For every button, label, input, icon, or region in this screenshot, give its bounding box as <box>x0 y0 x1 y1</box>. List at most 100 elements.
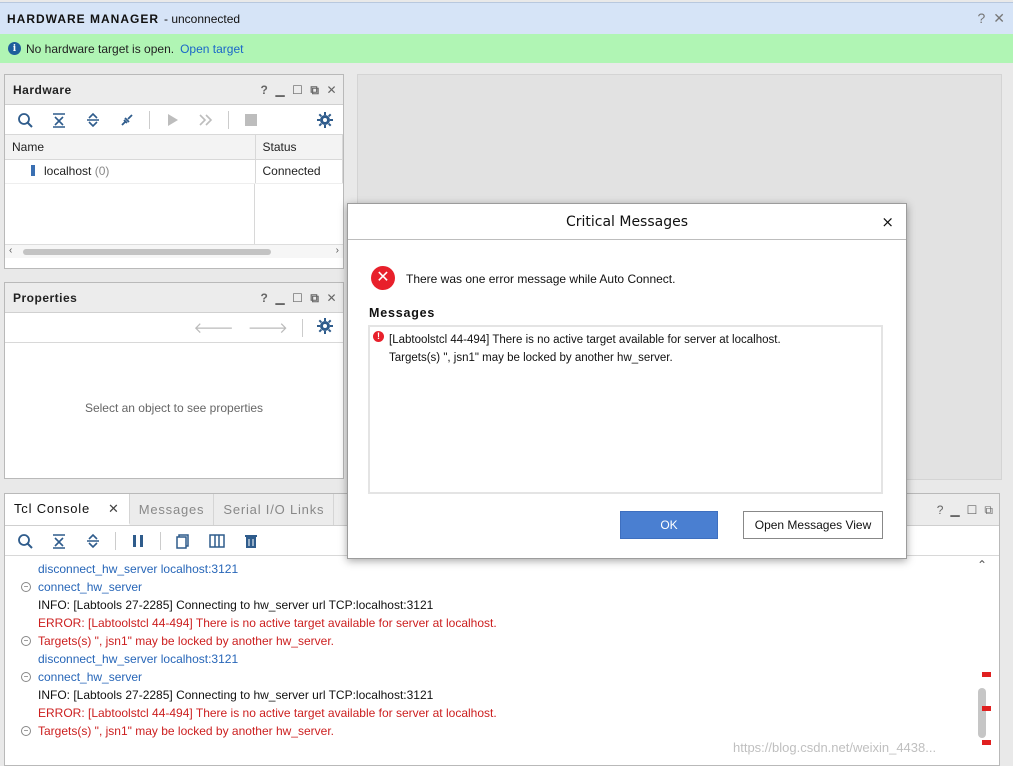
toolbar-divider <box>302 318 303 337</box>
help-icon[interactable]: ? <box>261 83 269 98</box>
maximize-icon[interactable]: ☐ <box>292 291 303 306</box>
toolbar-divider <box>149 110 150 129</box>
ok-button[interactable]: OK <box>620 511 718 539</box>
copy-icon[interactable] <box>171 530 195 552</box>
scroll-left-icon[interactable]: ‹ <box>9 245 12 256</box>
row-name-cell[interactable]: localhost (0) <box>5 159 256 184</box>
messages-label: Messages <box>369 306 436 320</box>
error-icon: ! <box>373 331 384 342</box>
error-icon: ✕ <box>371 266 395 290</box>
columns-icon[interactable] <box>205 530 229 552</box>
scroll-thumb[interactable] <box>978 688 986 738</box>
error-marker[interactable] <box>982 740 991 745</box>
horizontal-scrollbar[interactable]: ‹ › <box>5 243 343 258</box>
help-icon[interactable]: ? <box>977 10 985 27</box>
page-title: HARDWARE MANAGER <box>7 11 159 26</box>
search-icon[interactable] <box>13 530 37 552</box>
info-message: No hardware target is open. <box>26 41 175 56</box>
console-line: ERROR: [Labtoolstcl 44-494] There is no … <box>18 614 958 632</box>
row-status-cell: Connected <box>255 159 343 184</box>
watermark: https://blog.csdn.net/weixin_4438... <box>733 740 937 755</box>
properties-panel-title: Properties <box>13 290 78 305</box>
tab-serial-io-links[interactable]: Serial I/O Links <box>214 494 335 525</box>
minimize-icon[interactable]: ▁ <box>275 291 285 306</box>
hardware-manager-header: HARDWARE MANAGER - unconnected ? ✕ <box>0 2 1013 34</box>
tab-tcl-console[interactable]: Tcl Console ✕ <box>5 494 130 525</box>
column-header-name[interactable]: Name <box>5 135 256 160</box>
column-header-status[interactable]: Status <box>255 135 343 160</box>
toolbar-divider <box>115 531 116 550</box>
hardware-table: Name Status localhost (0) Connected <box>5 135 343 184</box>
console-line-text: connect_hw_server <box>38 580 143 594</box>
maximize-icon[interactable]: ☐ <box>967 503 978 518</box>
back-arrow-icon[interactable]: 🡐 <box>194 318 234 337</box>
trash-icon[interactable] <box>239 530 263 552</box>
server-icon <box>31 165 35 176</box>
console-line-text: ERROR: [Labtoolstcl 44-494] There is no … <box>38 706 497 720</box>
toolbar-divider <box>228 110 229 129</box>
error-marker[interactable] <box>982 706 991 711</box>
scroll-thumb[interactable] <box>23 248 271 255</box>
scroll-up-icon[interactable]: ⌃ <box>977 558 987 572</box>
message-line: [Labtoolstcl 44-494] There is no active … <box>389 334 781 346</box>
settings-gear-icon[interactable] <box>313 109 337 131</box>
play-icon[interactable] <box>160 109 184 131</box>
settings-gear-icon[interactable] <box>317 318 333 337</box>
tab-label: Tcl Console <box>14 501 90 516</box>
forward-arrow-icon[interactable]: 🡒 <box>248 318 288 337</box>
fold-toggle-icon[interactable]: − <box>21 672 31 682</box>
fold-toggle-icon[interactable]: − <box>21 636 31 646</box>
properties-toolbar: 🡐 🡒 <box>5 313 343 343</box>
collapse-all-icon[interactable] <box>47 109 71 131</box>
close-icon[interactable]: ✕ <box>326 291 337 306</box>
vertical-scrollbar[interactable]: ⌃ <box>975 558 991 766</box>
console-line-text: disconnect_hw_server localhost:3121 <box>38 652 239 666</box>
tab-messages[interactable]: Messages <box>130 494 215 525</box>
pause-icon[interactable] <box>126 530 150 552</box>
float-icon[interactable]: ⧉ <box>310 83 319 98</box>
console-line-text: INFO: [Labtools 27-2285] Connecting to h… <box>38 688 434 702</box>
dialog-title-bar: Critical Messages × <box>348 204 906 240</box>
toolbar-divider <box>160 531 161 550</box>
message-text[interactable]: [Labtoolstcl 44-494] There is no active … <box>389 331 781 367</box>
console-line-text: Targets(s) ", jsn1" may be locked by ano… <box>38 634 334 648</box>
help-icon[interactable]: ? <box>261 291 269 306</box>
scroll-right-icon[interactable]: › <box>336 245 339 256</box>
float-icon[interactable]: ⧉ <box>984 503 993 518</box>
expand-all-icon[interactable] <box>81 109 105 131</box>
console-output: disconnect_hw_server localhost:3121− conn… <box>18 560 958 740</box>
open-messages-view-button[interactable]: Open Messages View <box>743 511 883 539</box>
fast-forward-icon[interactable] <box>194 109 218 131</box>
hardware-toolbar <box>5 105 343 135</box>
close-icon[interactable]: ✕ <box>108 501 120 517</box>
fold-toggle-icon[interactable]: − <box>21 726 31 736</box>
collapse-all-icon[interactable] <box>47 530 71 552</box>
maximize-icon[interactable]: ☐ <box>292 83 303 98</box>
hardware-panel-header: Hardware ? ▁ ☐ ⧉ ✕ <box>5 75 343 105</box>
critical-messages-dialog: Critical Messages × ✕ There was one erro… <box>347 203 907 559</box>
minimize-icon[interactable]: ▁ <box>950 503 959 518</box>
console-line: disconnect_hw_server localhost:3121 <box>18 560 958 578</box>
close-icon[interactable]: ✕ <box>326 83 337 98</box>
float-icon[interactable]: ⧉ <box>310 291 319 306</box>
table-row[interactable]: localhost (0) Connected <box>5 159 343 184</box>
fold-toggle-icon[interactable]: − <box>21 582 31 592</box>
messages-list[interactable]: ! [Labtoolstcl 44-494] There is no activ… <box>368 325 883 494</box>
open-target-link[interactable]: Open target <box>180 42 243 56</box>
properties-empty-text: Select an object to see properties <box>84 401 264 415</box>
close-icon[interactable]: ✕ <box>993 10 1005 27</box>
minimize-icon[interactable]: ▁ <box>275 83 285 98</box>
message-line: Targets(s) ", jsn1" may be locked by ano… <box>389 352 673 364</box>
auto-connect-icon[interactable] <box>115 109 139 131</box>
expand-all-icon[interactable] <box>81 530 105 552</box>
server-name: localhost <box>44 164 92 178</box>
close-icon[interactable]: × <box>881 213 894 231</box>
console-line-text: ERROR: [Labtoolstcl 44-494] There is no … <box>38 616 497 630</box>
stop-icon[interactable] <box>239 109 263 131</box>
help-icon[interactable]: ? <box>937 503 944 518</box>
search-icon[interactable] <box>13 109 37 131</box>
console-line-text: Targets(s) ", jsn1" may be locked by ano… <box>38 724 334 738</box>
console-line: − connect_hw_server <box>18 578 958 596</box>
dialog-title: Critical Messages <box>565 213 689 230</box>
error-marker[interactable] <box>982 672 991 677</box>
